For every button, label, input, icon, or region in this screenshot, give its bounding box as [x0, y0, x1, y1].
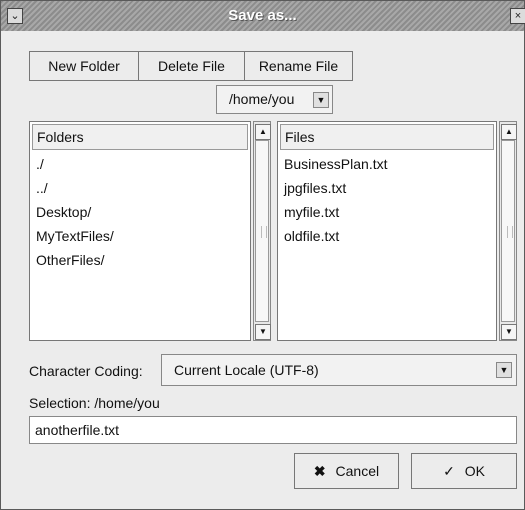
folder-item[interactable]: Desktop/: [36, 200, 91, 224]
close-icon[interactable]: ×: [510, 8, 525, 24]
files-scrollbar[interactable]: ▲ ▼: [499, 121, 517, 341]
character-coding-label: Character Coding:: [29, 363, 143, 379]
new-folder-label: New Folder: [48, 58, 120, 74]
folders-header-label: Folders: [37, 129, 84, 145]
file-item[interactable]: oldfile.txt: [284, 224, 339, 248]
chevron-down-icon: ▼: [313, 92, 329, 108]
path-value: /home/you: [229, 91, 295, 107]
save-as-dialog: ⌄ Save as... × New Folder Delete File Re…: [0, 0, 525, 510]
cancel-icon: ✖: [313, 463, 326, 479]
folders-header[interactable]: Folders: [32, 124, 248, 150]
cancel-label: Cancel: [335, 463, 380, 479]
folder-item[interactable]: MyTextFiles/: [36, 224, 114, 248]
path-dropdown[interactable]: /home/you ▼: [216, 85, 333, 114]
files-header[interactable]: Files: [280, 124, 494, 150]
files-scroll-thumb[interactable]: [501, 140, 515, 322]
rename-file-label: Rename File: [258, 58, 339, 74]
scroll-down-icon[interactable]: ▼: [255, 324, 271, 340]
scroll-down-icon[interactable]: ▼: [501, 324, 517, 340]
ok-label: OK: [464, 463, 485, 479]
folders-scroll-thumb[interactable]: [255, 140, 269, 322]
cancel-button[interactable]: ✖ Cancel: [294, 453, 399, 489]
ok-icon: ✓: [443, 463, 455, 479]
file-item[interactable]: myfile.txt: [284, 200, 339, 224]
scroll-up-icon[interactable]: ▲: [501, 124, 517, 140]
window-title: Save as...: [228, 7, 297, 24]
folder-item[interactable]: ../: [36, 176, 48, 200]
folders-list[interactable]: Folders ./ ../ Desktop/ MyTextFiles/ Oth…: [29, 121, 251, 341]
files-list[interactable]: Files BusinessPlan.txt jpgfiles.txt myfi…: [277, 121, 497, 341]
ok-button[interactable]: ✓ OK: [411, 453, 517, 489]
title-bar[interactable]: ⌄ Save as... ×: [1, 1, 525, 31]
character-coding-value: Current Locale (UTF-8): [174, 362, 319, 378]
folder-item[interactable]: ./: [36, 152, 44, 176]
selection-input[interactable]: anotherfile.txt: [29, 416, 517, 444]
file-item[interactable]: jpgfiles.txt: [284, 176, 346, 200]
character-coding-dropdown[interactable]: Current Locale (UTF-8) ▼: [161, 354, 517, 386]
folder-item[interactable]: OtherFiles/: [36, 248, 104, 272]
selection-label: Selection: /home/you: [29, 395, 160, 411]
new-folder-button[interactable]: New Folder: [29, 51, 139, 81]
rename-file-button[interactable]: Rename File: [244, 51, 353, 81]
selection-value: anotherfile.txt: [35, 422, 120, 438]
files-header-label: Files: [285, 129, 315, 145]
delete-file-label: Delete File: [158, 58, 225, 74]
file-item[interactable]: BusinessPlan.txt: [284, 152, 388, 176]
scroll-up-icon[interactable]: ▲: [255, 124, 271, 140]
delete-file-button[interactable]: Delete File: [138, 51, 245, 81]
folders-scrollbar[interactable]: ▲ ▼: [253, 121, 271, 341]
chevron-down-icon: ▼: [496, 362, 512, 378]
